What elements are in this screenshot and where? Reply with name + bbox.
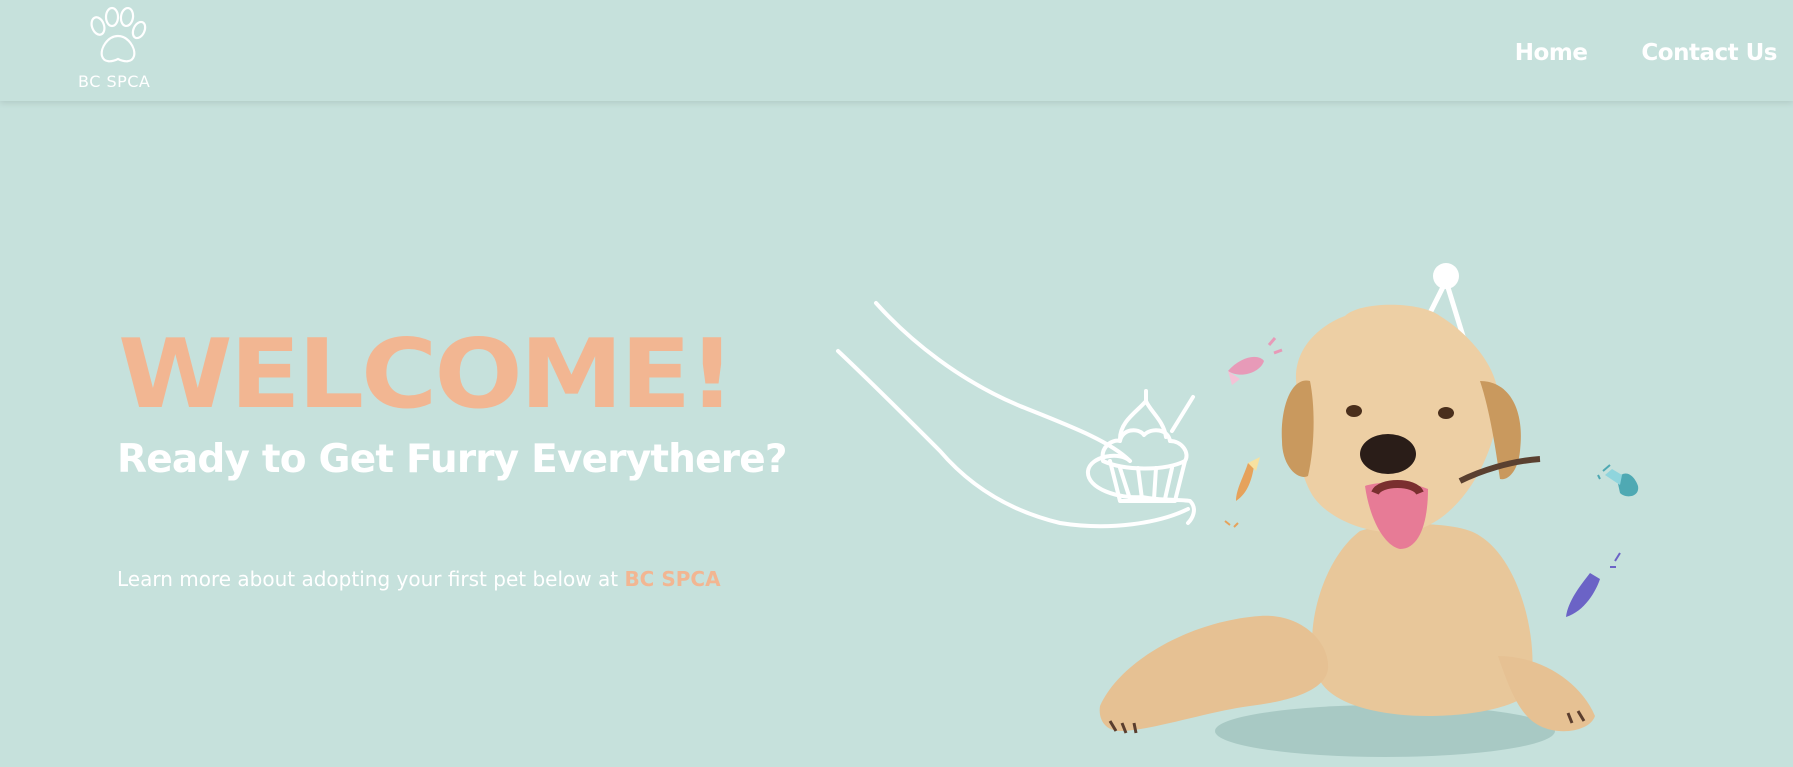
logo-link[interactable]: BC SPCA: [72, 6, 164, 94]
hero-subtitle: Ready to Get Furry Everythere?: [117, 437, 787, 482]
logo-text: BC SPCA: [78, 72, 151, 91]
hero-learn-text: Learn more about adopting your first pet…: [117, 567, 721, 591]
learn-text: Learn more about adopting your first pet…: [117, 567, 619, 591]
main-nav: Home Contact Us: [1515, 40, 1778, 66]
hero-title: WELCOME!: [118, 317, 736, 430]
hand-cupcake-dog-party-icon: [836, 263, 1639, 757]
hero-section: WELCOME! Ready to Get Furry Everythere? …: [0, 101, 1793, 767]
nav-home-link[interactable]: Home: [1515, 40, 1588, 66]
bc-spca-link[interactable]: BC SPCA: [624, 567, 720, 591]
paw-icon: [90, 6, 147, 63]
nav-contact-link[interactable]: Contact Us: [1641, 40, 1777, 66]
site-header: BC SPCA Home Contact Us: [0, 0, 1793, 101]
